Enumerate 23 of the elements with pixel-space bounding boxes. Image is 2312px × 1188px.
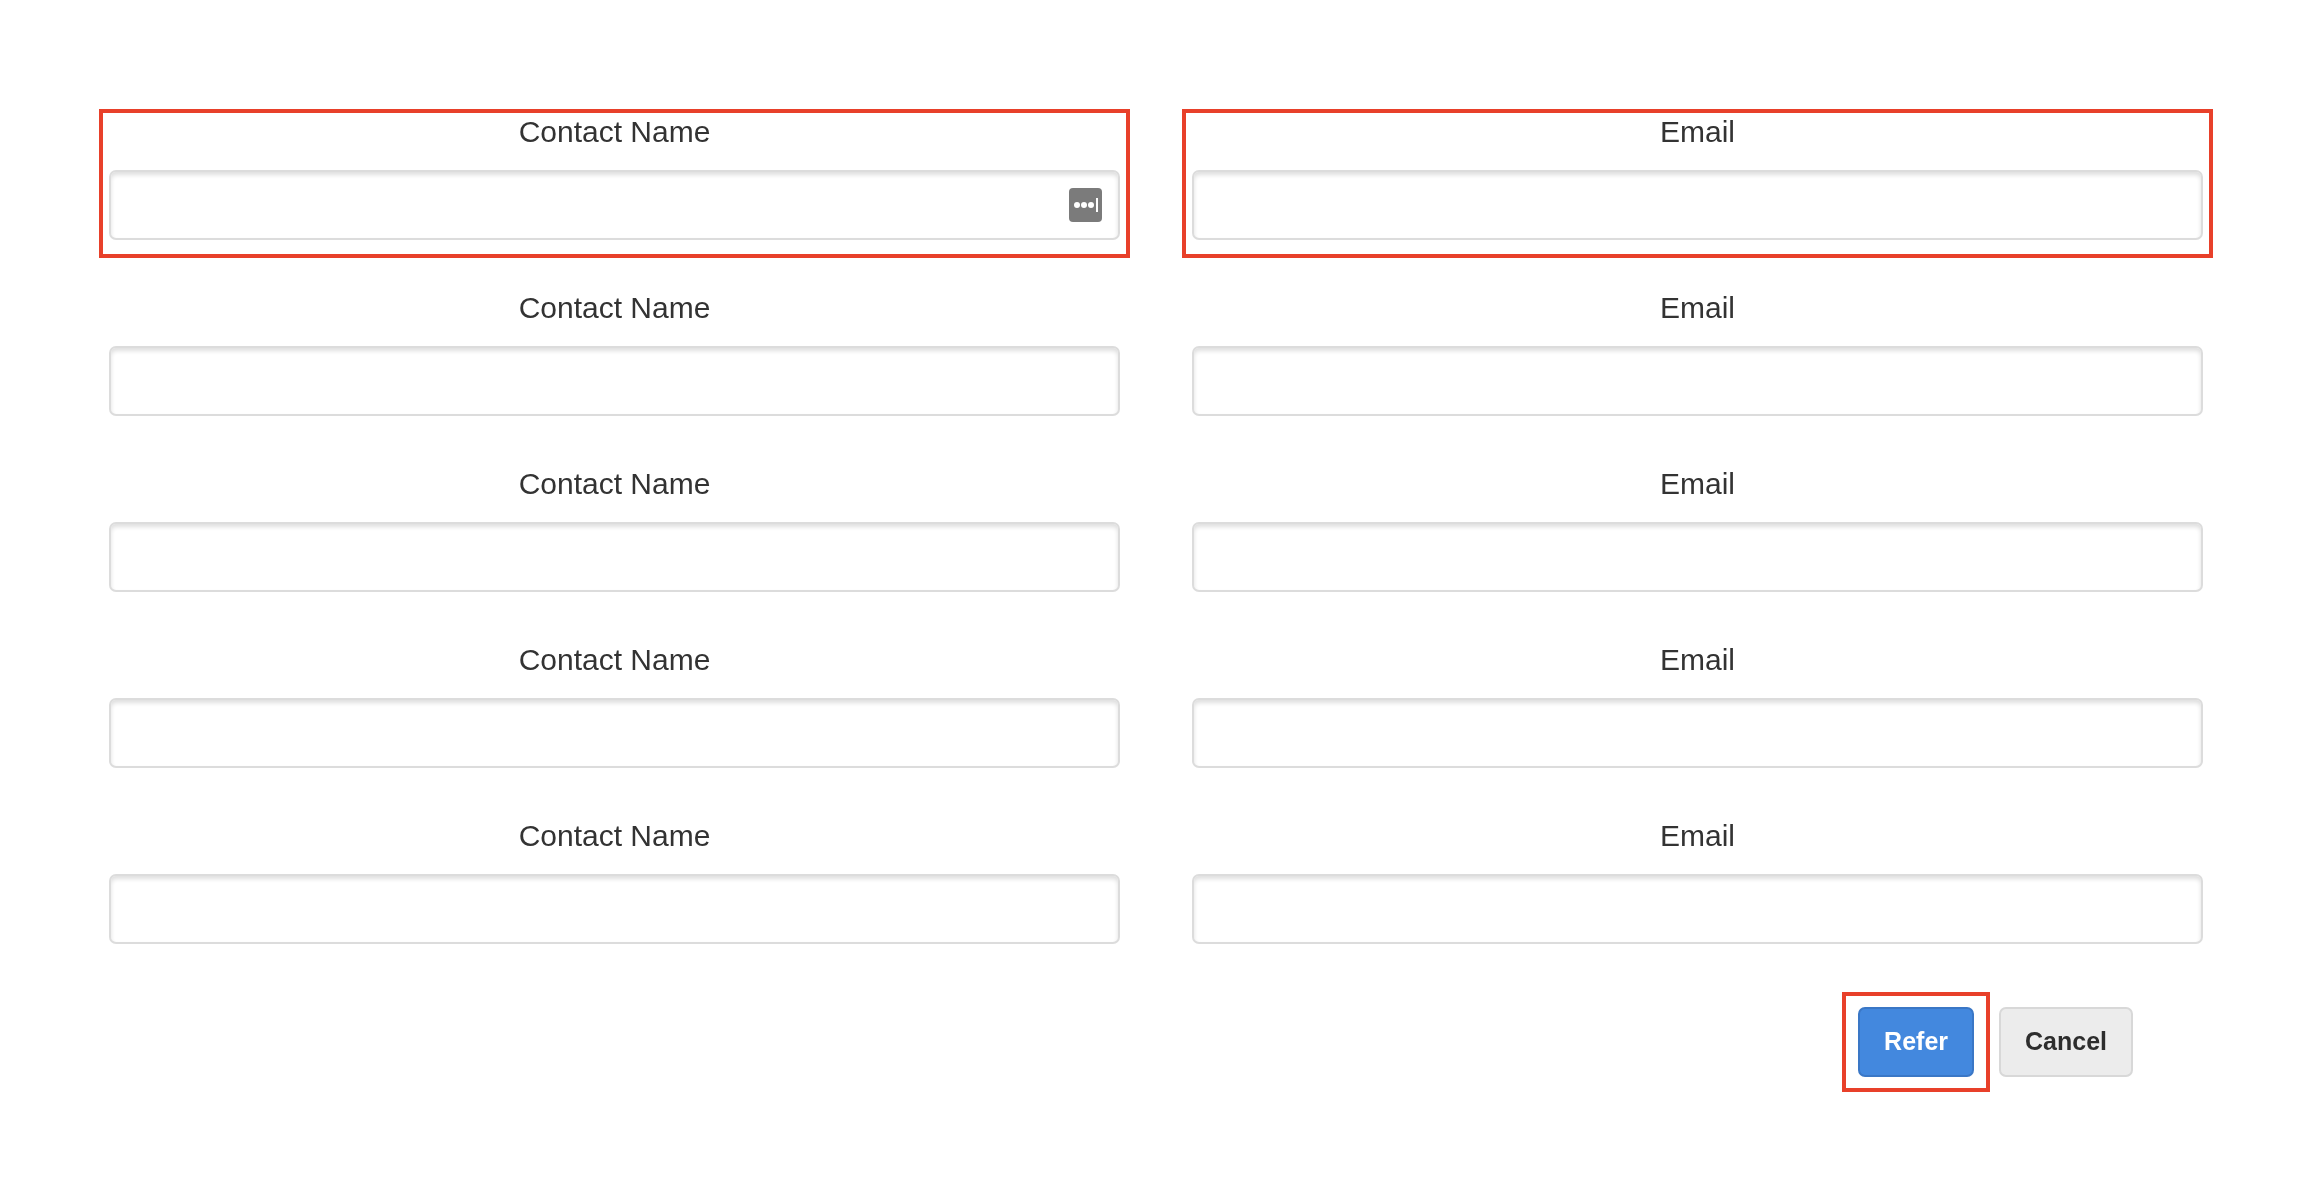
cancel-button[interactable]: Cancel bbox=[1999, 1007, 2133, 1077]
input-field[interactable] bbox=[1192, 522, 2203, 592]
refer-button[interactable]: Refer bbox=[1858, 1007, 1974, 1077]
field-label: Email bbox=[1660, 290, 1735, 326]
dots-icon[interactable] bbox=[1069, 188, 1102, 222]
field-label: Contact Name bbox=[518, 642, 711, 678]
field-label: Contact Name bbox=[518, 466, 711, 502]
input-field[interactable] bbox=[109, 698, 1120, 768]
field-label: Contact Name bbox=[518, 290, 711, 326]
field-label: Email bbox=[1660, 114, 1735, 150]
field-label: Email bbox=[1660, 818, 1735, 854]
input-field[interactable] bbox=[109, 874, 1120, 944]
input-field[interactable] bbox=[1192, 698, 2203, 768]
field-label: Contact Name bbox=[518, 114, 711, 150]
input-field[interactable] bbox=[109, 170, 1120, 240]
field-label: Email bbox=[1660, 642, 1735, 678]
input-field[interactable] bbox=[109, 522, 1120, 592]
field-label: Contact Name bbox=[518, 818, 711, 854]
input-field[interactable] bbox=[1192, 346, 2203, 416]
input-field[interactable] bbox=[1192, 170, 2203, 240]
field-label: Email bbox=[1660, 466, 1735, 502]
input-field[interactable] bbox=[109, 346, 1120, 416]
input-field[interactable] bbox=[1192, 874, 2203, 944]
